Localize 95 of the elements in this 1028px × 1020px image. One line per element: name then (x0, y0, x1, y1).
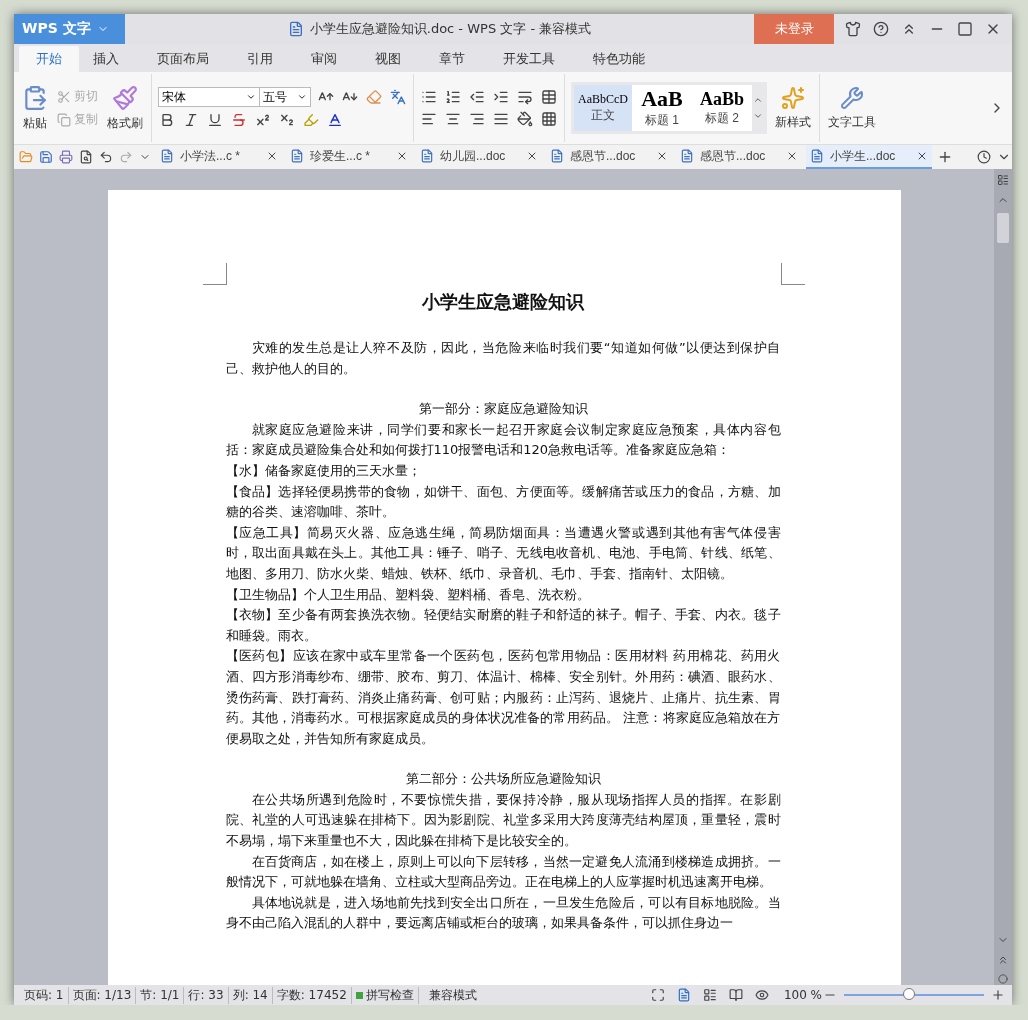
close-icon[interactable] (526, 150, 538, 162)
close-icon[interactable] (656, 150, 668, 162)
clock-icon[interactable] (976, 149, 992, 165)
menu-tab[interactable]: 插入 (93, 46, 119, 72)
close-icon[interactable] (916, 150, 928, 162)
paragraph: 灾难的发生总是让人猝不及防，因此，当危险来临时我们要“知道如何做”以便达到保护自己、救护他人的目的。 (225, 339, 781, 378)
document-tab[interactable]: 幼儿园...doc (416, 145, 542, 169)
zoom-level-text: 100 % (783, 988, 822, 1002)
document-icon (810, 149, 824, 163)
menu-tab[interactable]: 视图 (375, 46, 401, 72)
menu-tab[interactable]: 开发工具 (503, 46, 555, 72)
undo-icon[interactable] (98, 149, 114, 165)
paragraph: 具体地说就是，进入场地前先找到安全出口所在，一旦发生危险后，可以有目标地脱险。当身不由己陷入混乱的人群中，要远离店铺或柜台的玻璃，如果具备条件，可以抓住身边一 (225, 893, 781, 933)
clipboard-icon (22, 84, 48, 111)
paragraph: 【医药包】应该在家中或车里常备一个医药包，医药包常用物品：医用材料 药用棉花、药用火酒、四方形消毒纱布、绷带、胶布、剪刀、体温计、棉棒、安全别针。外用药：碘酒、眼药水、烫伤药膏、跌打膏药、消炎止痛药膏、创可贴；内服药：止泻药、退烧片、止痛片、抗生素、胃药。其他，消毒药水。可根据家庭成员的身体状况准备的常用药品。 注意：将家庭应急箱放在方便易取之处，并告知所有家庭成员。 (225, 647, 781, 748)
status-text: 列: 14 (228, 986, 273, 1004)
document-title: 小学生应急避险知识 (421, 290, 585, 314)
format-painter-button[interactable]: 格式刷 (105, 82, 145, 134)
border-icon[interactable] (540, 110, 558, 128)
help-icon[interactable] (872, 20, 890, 38)
font-name-dropdown[interactable]: 宋体 (158, 87, 260, 107)
style-preset[interactable]: AaBb 标题 2 (692, 85, 752, 131)
close-icon[interactable] (786, 150, 798, 162)
paste-button[interactable]: 粘贴 (20, 82, 50, 134)
section-heading: 第二部分：公共场所应急避险知识 (404, 770, 602, 789)
status-text: 行: 33 (184, 986, 229, 1004)
document-icon (420, 149, 434, 163)
paragraph: 【卫生物品】个人卫生用品、塑料袋、塑料桶、香皂、洗衣粉。 (225, 585, 591, 604)
menu-tab[interactable]: 引用 (247, 46, 273, 72)
font-color-icon[interactable] (326, 111, 344, 129)
margin-mark (780, 263, 805, 285)
new-style-button[interactable]: 新样式 (773, 83, 813, 133)
document-tab[interactable]: 感恩节...doc (546, 145, 672, 169)
spell-check-button[interactable]: 拼写检查 (351, 986, 419, 1004)
status-text: 字数: 17452 (272, 986, 352, 1004)
paintbrush-icon (112, 84, 138, 111)
paragraph: 【水】储备家庭使用的三天水量； (225, 461, 422, 480)
skin-icon[interactable] (844, 20, 862, 38)
document-tab[interactable]: 感恩节...doc (676, 145, 802, 169)
status-text: 节: 1/1 (136, 986, 185, 1004)
maximize-icon[interactable] (956, 20, 974, 38)
section-heading: 第一部分：家庭应急避险知识 (417, 400, 589, 419)
document-icon (290, 149, 304, 163)
margin-mark (202, 263, 227, 285)
scissors-icon (57, 89, 71, 104)
menu-tab[interactable]: 开始 (19, 46, 79, 72)
caret-icon (297, 92, 307, 102)
paragraph: 在公共场所遇到危险时，不要惊慌失措，要保持冷静，服从现场指挥人员的指挥。在影剧院、礼堂的人可迅速躲在排椅下。因为影剧院、礼堂多采用大跨度薄壳结构屋顶，重量轻，震时不易塌，塌下来重量也不大，因此躲在排椅下是比较安全的。 (225, 790, 781, 851)
save-icon[interactable] (38, 149, 54, 165)
web-view-icon[interactable] (727, 987, 744, 1003)
menu-tab[interactable]: 页面布局 (157, 46, 209, 72)
sparkle-icon (781, 85, 805, 110)
underline-icon[interactable] (206, 111, 224, 129)
menu-tab[interactable]: 审阅 (311, 46, 337, 72)
reading-view-icon[interactable] (753, 987, 770, 1003)
menu-tab[interactable]: 章节 (439, 46, 465, 72)
strikethrough-icon[interactable] (230, 111, 248, 129)
document-tab[interactable]: 珍爱生...c * (286, 145, 412, 169)
document-tab[interactable]: 小学生...doc (806, 145, 932, 169)
zoom-slider-thumb[interactable] (902, 988, 915, 1000)
full-screen-icon[interactable] (649, 987, 666, 1003)
close-icon[interactable] (396, 150, 408, 162)
paragraph: 【衣物】至少备有两套换洗衣物。轻便结实耐磨的鞋子和舒适的袜子。帽子、手套、内衣。毯子和睡袋。雨衣。 (225, 606, 781, 645)
copy-icon (57, 112, 71, 127)
paragraph: 【食品】选择轻便易携带的食物，如饼干、面包、方便面等。缓解痛苦或压力的食品，方糖、加糖的谷类、速溶咖啡、茶叶。 (225, 482, 781, 522)
document-icon (160, 149, 174, 163)
scrollbar-thumb[interactable] (997, 213, 1009, 243)
document-icon (550, 149, 564, 163)
document-icon (680, 149, 694, 163)
status-text: 页面: 1/13 (68, 986, 137, 1004)
print-preview-icon[interactable] (78, 149, 94, 165)
status-text: 页码: 1 (20, 986, 69, 1004)
print-icon[interactable] (58, 149, 74, 165)
text-tools-button[interactable]: 文字工具 (826, 83, 878, 133)
paragraph: 【应急工具】简易灭火器、应急逃生绳，简易防烟面具：当遭遇火警或遇到其他有害气体侵害时，取出面具戴在头上。其他工具：锤子、哨子、无线电收音机、电池、手电筒、针线、纸笔、地图、多用刀、防水火柴、蜡烛、铁杯、纸巾、录音机、毛巾、手套、指南针、太阳镜。 (225, 523, 781, 583)
style-preset[interactable]: AaB 标题 1 (632, 85, 692, 131)
style-preset[interactable]: AaBbCcD 正文 (574, 85, 632, 131)
paragraph: 在百货商店，如在楼上，原则上可以向下层转移，当然一定避免人流涌到楼梯造成拥挤。一般情况下，可就地躲在墙角、立柱或大型商品旁边。正在电梯上的人应掌握时机迅速离开电梯。 (225, 852, 781, 892)
status-text: 兼容模式 (427, 986, 478, 1004)
phonetic-icon[interactable] (389, 88, 407, 106)
split-view-icon[interactable] (996, 173, 1010, 187)
window-title: 小学生应急避险知识.doc - WPS 文字 - 兼容模式 (309, 20, 592, 38)
document-icon (287, 21, 304, 37)
wrench-icon (840, 85, 864, 110)
numbered-list-icon[interactable] (444, 88, 462, 106)
close-icon[interactable] (266, 150, 278, 162)
document-tab[interactable]: 小学法...c * (156, 145, 282, 169)
paragraph: 就家庭应急避险来讲，同学们要和家长一起召开家庭会议制定家庭应急预案，具体内容包括：家庭成员避险集合处和如何拨打110报警电话和120急救电话等。准备家庭应急箱： (225, 420, 781, 460)
outline-view-icon[interactable] (701, 987, 718, 1003)
zoom-in-icon[interactable] (990, 987, 1006, 1003)
table-icon[interactable] (540, 88, 558, 106)
shading-icon[interactable] (516, 110, 534, 128)
caret-icon (246, 92, 256, 102)
menu-tab[interactable]: 特色功能 (593, 46, 645, 72)
font-size-dropdown[interactable]: 五号 (259, 87, 311, 107)
